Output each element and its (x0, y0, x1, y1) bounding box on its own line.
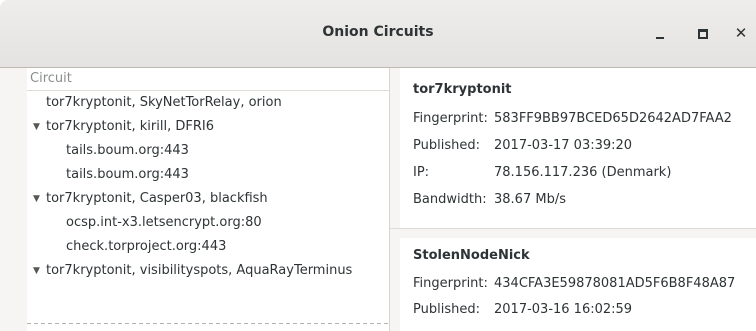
bandwidth-value: 38.67 Mb/s (494, 192, 566, 207)
relay-card: tor7kryptonit Fingerprint: 583FF9BB97BCED… (400, 68, 756, 228)
tree-row-label: tor7kryptonit, Casper03, blackfish (46, 191, 268, 206)
maximize-button[interactable] (694, 25, 712, 43)
published-value: 2017-03-16 16:02:59 (494, 302, 633, 317)
circuit-tree[interactable]: Circuit tor7kryptonit, SkyNetTorRelay, o… (27, 68, 390, 331)
close-icon: ✕ (734, 24, 748, 42)
circuit-row[interactable]: tor7kryptonit, SkyNetTorRelay, orion (27, 91, 389, 115)
tree-row-label: tails.boum.org:443 (66, 143, 189, 158)
tree-scroll-edge (27, 323, 389, 331)
circuit-row[interactable]: ▼ tor7kryptonit, visibilityspots, AquaRay… (27, 259, 389, 283)
tree-row-label: tor7kryptonit, kirill, DFRI6 (46, 119, 214, 134)
fingerprint-value: 583FF9BB97BCED65D2642AD7FAA2 (494, 111, 732, 126)
relay-separator (390, 228, 756, 238)
relay-details-pane: tor7kryptonit Fingerprint: 583FF9BB97BCED… (390, 68, 756, 331)
relay-published-row: Published: 2017-03-17 03:39:20 (413, 138, 632, 153)
tree-row-label: tails.boum.org:443 (66, 167, 189, 182)
fingerprint-label: Fingerprint: (413, 276, 488, 291)
stream-row[interactable]: tails.boum.org:443 (27, 163, 389, 187)
bandwidth-label: Bandwidth: (413, 192, 487, 207)
stream-row[interactable]: tails.boum.org:443 (27, 139, 389, 163)
stream-row[interactable]: check.torproject.org:443 (27, 235, 389, 259)
header-bar: Onion Circuits ✕ (0, 0, 756, 68)
relay-name: tor7kryptonit (413, 82, 512, 97)
ip-label: IP: (413, 165, 430, 180)
close-button[interactable]: ✕ (732, 24, 750, 42)
published-label: Published: (413, 138, 480, 153)
relay-name: StolenNodeNick (413, 248, 530, 263)
circuit-row[interactable]: ▼ tor7kryptonit, Casper03, blackfish (27, 187, 389, 211)
column-header-circuit[interactable]: Circuit (27, 68, 389, 91)
minimize-icon (656, 37, 664, 39)
relay-bandwidth-row: Bandwidth: 38.67 Mb/s (413, 192, 566, 207)
maximize-icon (698, 29, 708, 39)
expander-triangle-icon[interactable]: ▼ (33, 259, 46, 283)
tree-row-label: ocsp.int-x3.letsencrypt.org:80 (66, 215, 262, 230)
relay-fingerprint-row: Fingerprint: 583FF9BB97BCED65D2642AD7FAA2 (413, 111, 732, 126)
app-window: Onion Circuits ✕ Circuit tor7kryptonit, … (0, 0, 756, 331)
circuit-tree-body: tor7kryptonit, SkyNetTorRelay, orion ▼ tor… (27, 91, 389, 283)
stream-row[interactable]: ocsp.int-x3.letsencrypt.org:80 (27, 211, 389, 235)
relay-fingerprint-row: Fingerprint: 434CFA3E59878081AD5F6B8F48A8… (413, 276, 735, 291)
window-title: Onion Circuits (322, 24, 434, 40)
relay-published-row: Published: 2017-03-16 16:02:59 (413, 302, 632, 317)
tree-row-label: tor7kryptonit, SkyNetTorRelay, orion (46, 95, 282, 110)
tree-row-label: tor7kryptonit, visibilityspots, AquaRayT… (46, 263, 353, 278)
fingerprint-value: 434CFA3E59878081AD5F6B8F48A87 (494, 276, 736, 291)
circuit-row[interactable]: ▼ tor7kryptonit, kirill, DFRI6 (27, 115, 389, 139)
expander-triangle-icon[interactable]: ▼ (33, 187, 46, 211)
published-label: Published: (413, 302, 480, 317)
expander-triangle-icon[interactable]: ▼ (33, 115, 46, 139)
relay-card: StolenNodeNick Fingerprint: 434CFA3E59878… (400, 238, 756, 331)
minimize-button[interactable] (651, 25, 669, 43)
ip-value: 78.156.117.236 (Denmark) (494, 165, 672, 180)
tree-row-label: check.torproject.org:443 (66, 239, 227, 254)
relay-ip-row: IP: 78.156.117.236 (Denmark) (413, 165, 671, 180)
published-value: 2017-03-17 03:39:20 (494, 138, 633, 153)
fingerprint-label: Fingerprint: (413, 111, 488, 126)
